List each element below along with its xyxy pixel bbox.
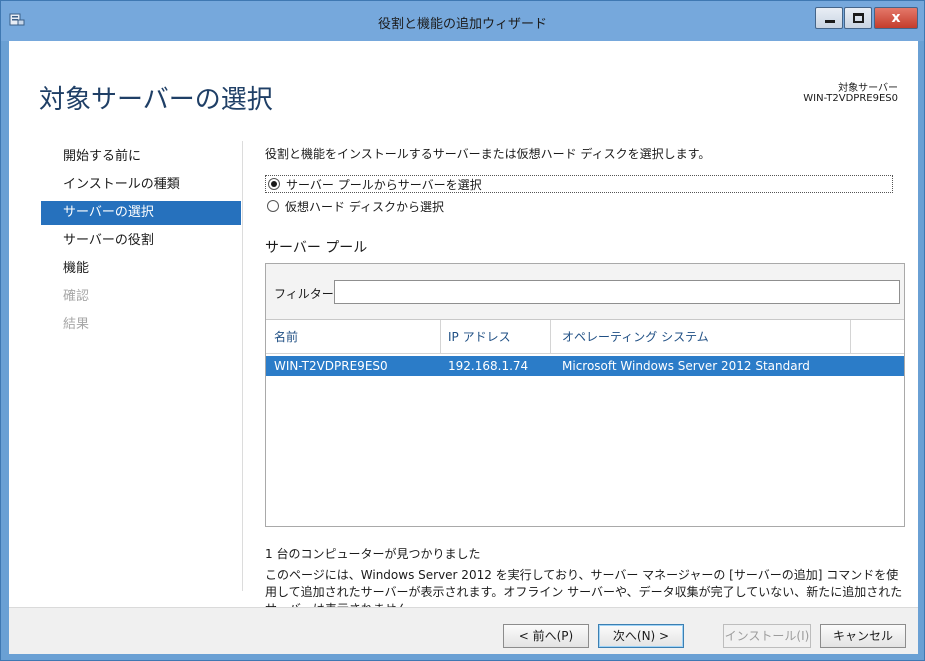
radio-unchecked-icon[interactable] <box>267 200 279 212</box>
cell-ip-address: 192.168.1.74 <box>448 359 529 373</box>
column-separator[interactable] <box>440 320 441 354</box>
next-button[interactable]: 次へ(N) > <box>598 624 684 648</box>
target-server-name: WIN-T2VDPRE9ES0 <box>803 93 898 104</box>
nav-item-server-roles[interactable]: サーバーの役割 <box>41 229 241 253</box>
cell-server-name: WIN-T2VDPRE9ES0 <box>274 359 388 373</box>
install-button: インストール(I) <box>723 624 811 648</box>
title-bar[interactable]: 役割と機能の追加ウィザード x <box>1 1 924 41</box>
column-header-os[interactable]: オペレーティング システム <box>562 320 709 354</box>
nav-divider <box>242 141 243 591</box>
nav-item-results: 結果 <box>63 317 90 332</box>
server-pool-list: フィルター: 名前 IP アドレス オペレーティング システム WIN-T2VD… <box>265 263 905 527</box>
target-server-label: 対象サーバー <box>838 83 898 94</box>
table-header: 名前 IP アドレス オペレーティング システム <box>266 320 904 354</box>
wizard-content: 対象サーバーの選択 対象サーバー WIN-T2VDPRE9ES0 開始する前に … <box>9 41 918 654</box>
filter-input[interactable] <box>334 280 900 304</box>
filter-label: フィルター: <box>274 287 338 301</box>
wizard-steps-nav: 開始する前に インストールの種類 サーバーの選択 サーバーの役割 機能 確認 結… <box>41 145 241 341</box>
server-pool-title: サーバー プール <box>265 240 368 256</box>
maximize-icon <box>853 13 864 23</box>
button-bar: < 前へ(P) 次へ(N) > インストール(I) キャンセル <box>9 607 918 654</box>
cancel-button[interactable]: キャンセル <box>820 624 906 648</box>
column-header-name[interactable]: 名前 <box>274 320 298 354</box>
radio-checked-icon[interactable] <box>268 178 280 190</box>
cell-operating-system: Microsoft Windows Server 2012 Standard <box>562 359 810 373</box>
maximize-button[interactable] <box>844 7 872 29</box>
wizard-window: 役割と機能の追加ウィザード x 対象サーバーの選択 対象サーバー WIN-T2V… <box>0 0 925 661</box>
page-description: 役割と機能をインストールするサーバーまたは仮想ハード ディスクを選択します。 <box>265 147 711 161</box>
nav-item-confirmation: 確認 <box>63 289 90 304</box>
nav-item-installation-type[interactable]: インストールの種類 <box>41 173 241 197</box>
radio-select-vhd-label: 仮想ハード ディスクから選択 <box>285 199 444 214</box>
filter-bar: フィルター: <box>266 264 904 320</box>
nav-item-server-selection[interactable]: サーバーの選択 <box>41 201 241 225</box>
nav-item-before-you-begin[interactable]: 開始する前に <box>41 145 241 169</box>
radio-select-from-pool-label: サーバー プールからサーバーを選択 <box>286 177 482 192</box>
radio-select-from-pool[interactable]: サーバー プールからサーバーを選択 <box>265 175 893 193</box>
page-title: 対象サーバーの選択 <box>39 85 273 115</box>
main-panel: 役割と機能をインストールするサーバーまたは仮想ハード ディスクを選択します。 サ… <box>265 145 905 616</box>
column-header-ip[interactable]: IP アドレス <box>448 320 511 354</box>
nav-item-features[interactable]: 機能 <box>41 257 241 281</box>
minimize-button[interactable] <box>815 7 843 29</box>
column-separator[interactable] <box>850 320 851 354</box>
table-row[interactable]: WIN-T2VDPRE9ES0 192.168.1.74 Microsoft W… <box>266 356 904 376</box>
found-count-text: 1 台のコンピューターが見つかりました <box>265 547 481 561</box>
radio-select-vhd[interactable]: 仮想ハード ディスクから選択 <box>265 197 444 215</box>
minimize-icon <box>825 20 835 23</box>
close-button[interactable]: x <box>874 7 918 29</box>
column-separator[interactable] <box>550 320 551 354</box>
close-icon: x <box>891 10 901 26</box>
window-title: 役割と機能の追加ウィザード <box>377 17 547 32</box>
previous-button[interactable]: < 前へ(P) <box>503 624 589 648</box>
